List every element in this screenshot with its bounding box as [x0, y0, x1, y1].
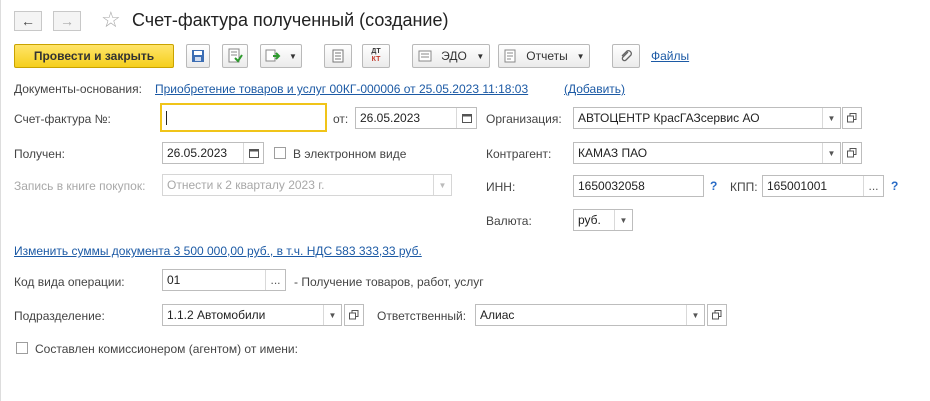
calendar-icon[interactable] [456, 108, 476, 128]
kpp-input[interactable]: 165001001 ... [762, 175, 884, 197]
reports-button[interactable]: Отчеты ▼ [498, 44, 590, 68]
dt-kt-button[interactable]: ДТ КТ [362, 44, 390, 68]
counterparty-label: Контрагент: [486, 147, 552, 161]
chevron-down-icon[interactable]: ▼ [686, 305, 704, 325]
counterparty-select[interactable]: КАМАЗ ПАО ▼ [573, 142, 841, 164]
received-date-input[interactable]: 26.05.2023 [162, 142, 264, 164]
basis-label: Документы-основания: [14, 82, 142, 96]
create-based-on-icon [265, 49, 281, 62]
reports-label: Отчеты [526, 49, 568, 63]
purchase-book-select[interactable]: Отнести к 2 кварталу 2023 г. ▼ [162, 174, 452, 196]
edo-button[interactable]: ЭДО ▼ [412, 44, 490, 68]
currency-label: Валюта: [486, 214, 532, 228]
responsible-label: Ответственный: [377, 309, 467, 323]
kpp-help-icon[interactable]: ? [891, 179, 898, 193]
inn-label: ИНН: [486, 180, 516, 194]
counterparty-value: КАМАЗ ПАО [578, 146, 648, 160]
inn-value: 1650032058 [578, 179, 645, 193]
forward-arrow-icon: → [60, 13, 74, 29]
counterparty-open-button[interactable] [842, 142, 862, 164]
chevron-down-icon[interactable]: ▼ [822, 143, 840, 163]
date-from-value: 26.05.2023 [360, 111, 421, 125]
invoice-number-label: Счет-фактура №: [14, 112, 111, 126]
received-date-value: 26.05.2023 [167, 146, 228, 160]
operation-code-description: - Получение товаров, работ, услуг [294, 275, 484, 289]
kpp-label: КПП: [730, 180, 758, 194]
division-label: Подразделение: [14, 309, 105, 323]
edo-icon [418, 50, 432, 62]
chevron-down-icon[interactable]: ▼ [433, 175, 451, 195]
operation-code-label: Код вида операции: [14, 275, 125, 289]
attach-files-button[interactable] [612, 44, 640, 68]
post-document-icon [228, 48, 243, 63]
files-link[interactable]: Файлы [651, 49, 689, 63]
organization-value: АВТОЦЕНТР КрасГАЗсервис АО [578, 111, 760, 125]
division-open-button[interactable] [344, 304, 364, 326]
back-arrow-icon: ← [21, 13, 35, 29]
kt-label: КТ [371, 56, 381, 63]
chevron-down-icon: ▼ [576, 51, 585, 61]
electronic-label: В электронном виде [293, 147, 407, 161]
electronic-checkbox[interactable] [274, 147, 286, 159]
structure-button[interactable] [324, 44, 352, 68]
organization-select[interactable]: АВТОЦЕНТР КрасГАЗсервис АО ▼ [573, 107, 841, 129]
inn-input[interactable]: 1650032058 [573, 175, 704, 197]
currency-select[interactable]: руб. ▼ [573, 209, 633, 231]
open-form-icon [712, 310, 722, 320]
floppy-disk-icon [192, 50, 204, 62]
responsible-value: Алиас [480, 308, 515, 322]
chevron-down-icon: ▼ [476, 51, 485, 61]
responsible-select[interactable]: Алиас ▼ [475, 304, 705, 326]
dt-label: ДТ [371, 48, 381, 55]
back-button[interactable]: ← [14, 11, 42, 31]
division-select[interactable]: 1.1.2 Автомобили ▼ [162, 304, 342, 326]
organization-label: Организация: [486, 112, 562, 126]
page-title: Счет-фактура полученный (создание) [132, 10, 449, 30]
date-from-input[interactable]: 26.05.2023 [355, 107, 477, 129]
commissioner-checkbox[interactable] [16, 342, 28, 354]
open-form-icon [349, 310, 359, 320]
add-basis-link[interactable]: (Добавить) [564, 82, 625, 96]
commissioner-label: Составлен комиссионером (агентом) от име… [35, 342, 298, 356]
organization-open-button[interactable] [842, 107, 862, 129]
operation-code-input[interactable]: 01 ... [162, 269, 286, 291]
chevron-down-icon[interactable]: ▼ [822, 108, 840, 128]
star-icon[interactable]: ☆ [101, 7, 121, 33]
reports-icon [504, 49, 516, 63]
invoice-number-input[interactable] [160, 103, 327, 132]
operation-code-value: 01 [167, 273, 181, 287]
chevron-down-icon[interactable]: ▼ [323, 305, 341, 325]
paperclip-icon [621, 50, 632, 62]
purchase-book-value: Отнести к 2 кварталу 2023 г. [167, 178, 325, 192]
division-value: 1.1.2 Автомобили [167, 308, 266, 322]
inn-help-icon[interactable]: ? [710, 179, 717, 193]
create-based-on-button[interactable]: ▼ [260, 44, 302, 68]
window-border [0, 0, 1, 401]
chevron-down-icon: ▼ [289, 51, 297, 61]
kpp-value: 165001001 [767, 179, 828, 193]
open-form-icon [847, 148, 857, 158]
purchase-book-label: Запись в книге покупок: [14, 179, 146, 193]
post-and-close-button[interactable]: Провести и закрыть [14, 44, 174, 68]
change-sums-link[interactable]: Изменить суммы документа 3 500 000,00 ру… [14, 244, 422, 258]
currency-value: руб. [578, 213, 601, 227]
basis-document-link[interactable]: Приобретение товаров и услуг 00КГ-000006… [155, 82, 528, 96]
calendar-icon[interactable] [243, 143, 263, 163]
date-from-label: от: [333, 112, 349, 126]
forward-button[interactable]: → [53, 11, 81, 31]
post-button[interactable] [222, 44, 248, 68]
edo-label: ЭДО [441, 49, 467, 63]
received-label: Получен: [14, 147, 65, 161]
responsible-open-button[interactable] [707, 304, 727, 326]
chevron-down-icon[interactable]: ▼ [614, 210, 632, 230]
open-form-icon [847, 113, 857, 123]
operation-code-select-button[interactable]: ... [265, 270, 285, 290]
document-list-icon [332, 49, 344, 63]
save-button[interactable] [186, 44, 210, 68]
text-cursor [166, 110, 167, 125]
kpp-select-button[interactable]: ... [863, 176, 883, 196]
